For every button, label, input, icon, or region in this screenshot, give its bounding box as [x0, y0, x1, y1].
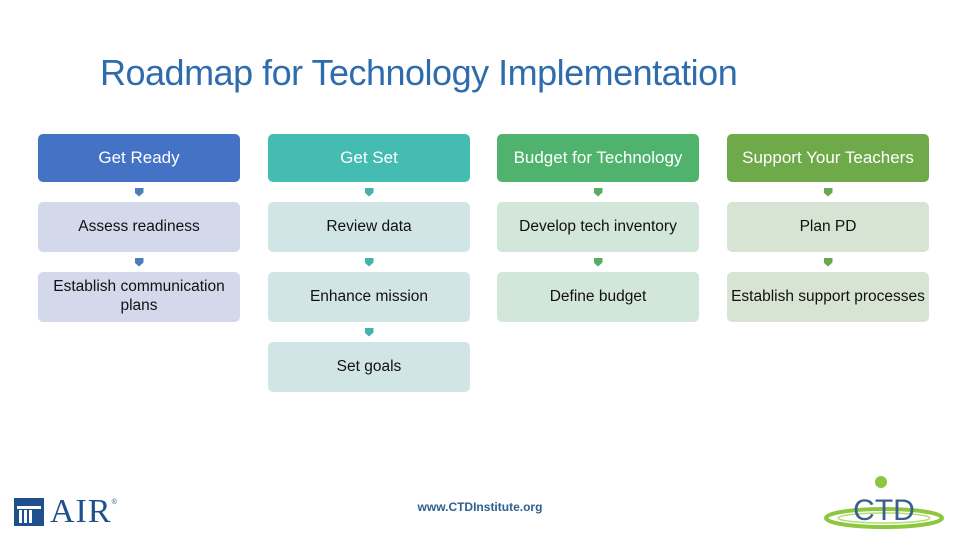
column-budget: Budget for Technology Develop tech inven… — [497, 134, 699, 322]
air-logo-text: AIR — [50, 493, 112, 530]
column-header: Support Your Teachers — [727, 134, 929, 182]
down-arrow-icon — [364, 257, 374, 267]
column-get-set: Get Set Review data Enhance mission Set … — [268, 134, 470, 392]
down-arrow-icon — [134, 257, 144, 267]
down-arrow-icon — [823, 257, 833, 267]
pillar-icon — [14, 498, 44, 526]
ctd-logo: CTD — [824, 476, 944, 529]
step-box: Develop tech inventory — [497, 202, 699, 252]
ctd-logo-text: CTD — [853, 494, 915, 527]
step-box: Assess readiness — [38, 202, 240, 252]
column-support-teachers: Support Your Teachers Plan PD Establish … — [727, 134, 929, 322]
down-arrow-icon — [593, 257, 603, 267]
air-logo: AIR ® — [14, 493, 117, 531]
step-box: Enhance mission — [268, 272, 470, 322]
column-get-ready: Get Ready Assess readiness Establish com… — [38, 134, 240, 322]
down-arrow-icon — [823, 187, 833, 197]
down-arrow-icon — [364, 327, 374, 337]
step-box: Establish communication plans — [38, 272, 240, 322]
step-box: Review data — [268, 202, 470, 252]
step-box: Define budget — [497, 272, 699, 322]
column-header: Get Set — [268, 134, 470, 182]
down-arrow-icon — [364, 187, 374, 197]
down-arrow-icon — [134, 187, 144, 197]
step-box: Set goals — [268, 342, 470, 392]
column-header: Get Ready — [38, 134, 240, 182]
registered-mark: ® — [111, 499, 117, 506]
page-title: Roadmap for Technology Implementation — [100, 52, 738, 93]
website-url[interactable]: www.CTDInstitute.org — [380, 500, 580, 514]
down-arrow-icon — [593, 187, 603, 197]
step-box: Establish support processes — [727, 272, 929, 322]
step-box: Plan PD — [727, 202, 929, 252]
column-header: Budget for Technology — [497, 134, 699, 182]
